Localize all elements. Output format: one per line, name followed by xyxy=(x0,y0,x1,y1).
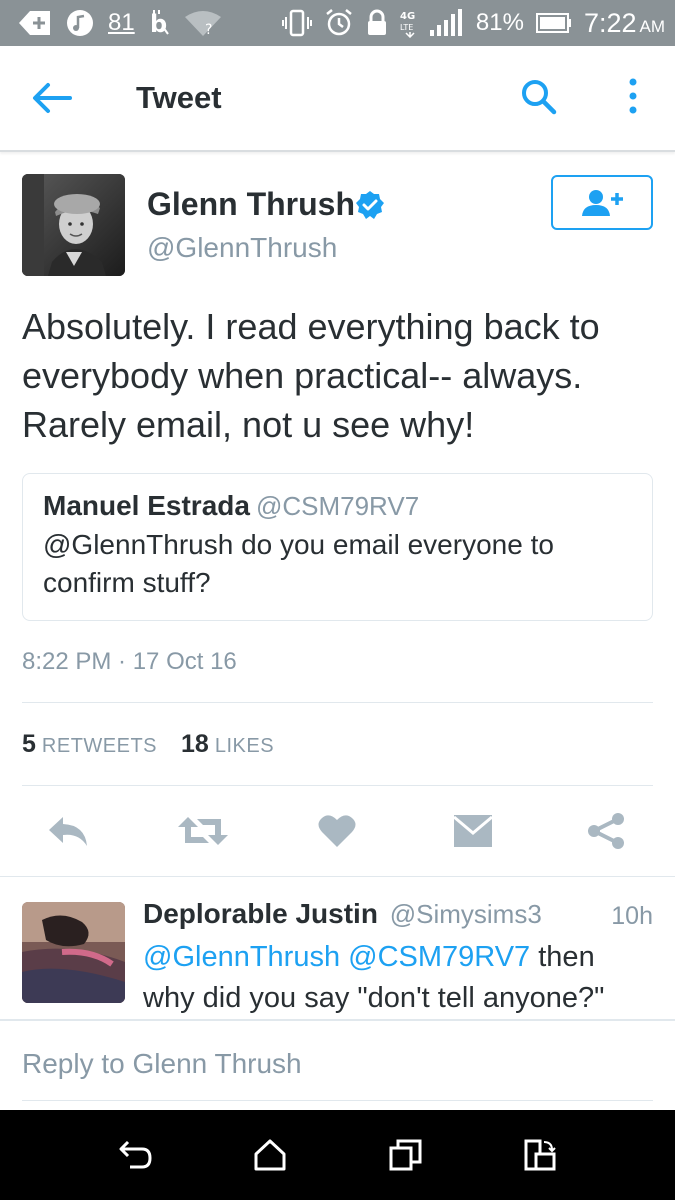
back-button[interactable] xyxy=(30,81,74,115)
reply-input[interactable]: Reply to Glenn Thrush xyxy=(22,1048,653,1080)
music-icon xyxy=(66,9,94,37)
tweet-text: Absolutely. I read everything back to ev… xyxy=(22,306,600,445)
engagement-stats: 5 RETWEETS 18 LIKES xyxy=(22,730,274,759)
reply-button[interactable] xyxy=(44,808,92,854)
direct-message-button[interactable] xyxy=(451,808,495,854)
clock: 7:22 AM xyxy=(584,8,665,39)
nav-rotate-button[interactable] xyxy=(522,1138,558,1172)
reply-mention-link[interactable]: @GlennThrush xyxy=(143,941,340,973)
search-button[interactable] xyxy=(520,78,558,116)
svg-text:4G: 4G xyxy=(400,11,415,22)
likes-stat[interactable]: 18 LIKES xyxy=(181,730,274,759)
like-count: 18 xyxy=(181,730,209,758)
quoted-tweet[interactable]: Manuel Estrada @CSM79RV7 @GlennThrush do … xyxy=(22,473,653,621)
verified-badge-icon xyxy=(355,190,385,220)
system-nav-bar xyxy=(0,1110,675,1200)
alarm-icon xyxy=(324,8,354,38)
retweet-count: 5 xyxy=(22,730,36,758)
quoted-author-handle: @CSM79RV7 xyxy=(255,491,420,521)
retweet-icon xyxy=(178,817,228,845)
signal-icon: 4G LTE xyxy=(400,8,464,38)
notification-count: 81 xyxy=(108,9,135,36)
reply-mention-link[interactable]: @CSM79RV7 xyxy=(348,941,530,973)
back-arrow-icon xyxy=(33,83,72,113)
status-bar: 81 b ? 4G LTE 81% 7:22 AM xyxy=(0,0,675,46)
clock-ampm: AM xyxy=(639,16,666,36)
wifi-question-icon: ? xyxy=(183,9,223,37)
nav-recents-button[interactable] xyxy=(388,1138,424,1172)
retweets-stat[interactable]: 5 RETWEETS xyxy=(22,730,157,759)
follow-button[interactable] xyxy=(551,175,653,230)
retweet-label: RETWEETS xyxy=(41,735,158,757)
search-icon xyxy=(522,80,557,115)
section-divider xyxy=(0,876,675,877)
author-avatar[interactable] xyxy=(22,174,125,276)
battery-icon xyxy=(535,12,572,34)
bitcoin-icon: b xyxy=(149,9,169,37)
divider xyxy=(22,785,653,786)
home-icon xyxy=(254,1139,286,1171)
nav-back-button[interactable] xyxy=(118,1138,154,1172)
quoted-author-name: Manuel Estrada xyxy=(43,490,250,521)
reply-icon xyxy=(49,817,87,846)
more-options-button[interactable] xyxy=(620,76,646,116)
add-notification-icon xyxy=(18,10,52,36)
compose-underline xyxy=(22,1100,653,1101)
page-title: Tweet xyxy=(136,80,222,115)
nav-back-icon xyxy=(119,1140,152,1169)
tweet-actions xyxy=(0,808,675,854)
quoted-tweet-text: @GlennThrush do you email everyone to co… xyxy=(43,529,554,598)
reply-author-name: Deplorable Justin xyxy=(143,898,378,929)
retweet-button[interactable] xyxy=(175,808,231,854)
svg-text:b: b xyxy=(150,10,167,37)
reply-text: @GlennThrush @CSM79RV7 then why did you … xyxy=(143,937,643,1019)
compose-divider xyxy=(0,1019,675,1021)
quoted-author: Manuel Estrada @CSM79RV7 xyxy=(43,490,419,522)
reply-author-handle: @Simysims3 xyxy=(389,899,542,929)
reply-author[interactable]: Deplorable Justin @Simysims3 xyxy=(143,898,542,930)
battery-percent: 81% xyxy=(475,9,524,36)
svg-text:?: ? xyxy=(205,22,212,37)
vibrate-icon xyxy=(281,9,312,37)
add-user-icon xyxy=(582,189,623,216)
recents-icon xyxy=(389,1139,422,1171)
app-bar: Tweet xyxy=(0,46,675,152)
svg-text:LTE: LTE xyxy=(400,23,413,32)
reply-author-avatar[interactable] xyxy=(22,902,125,1003)
author-name[interactable]: Glenn Thrush xyxy=(147,186,355,223)
like-button[interactable] xyxy=(316,808,358,854)
more-vertical-icon xyxy=(629,78,637,114)
rotate-screen-icon xyxy=(524,1139,556,1171)
divider xyxy=(22,702,653,703)
clock-time: 7:22 xyxy=(583,7,637,38)
direct-message-icon xyxy=(453,815,493,847)
tweet-timestamp: 8:22 PM · 17 Oct 16 xyxy=(22,648,237,675)
reply-time: 10h xyxy=(611,902,653,930)
share-button[interactable] xyxy=(584,808,628,854)
nav-home-button[interactable] xyxy=(252,1138,288,1172)
author-handle[interactable]: @GlennThrush xyxy=(147,232,337,264)
share-icon xyxy=(588,813,624,849)
like-label: LIKES xyxy=(214,735,275,757)
lock-icon xyxy=(366,9,388,37)
like-icon xyxy=(318,815,356,847)
